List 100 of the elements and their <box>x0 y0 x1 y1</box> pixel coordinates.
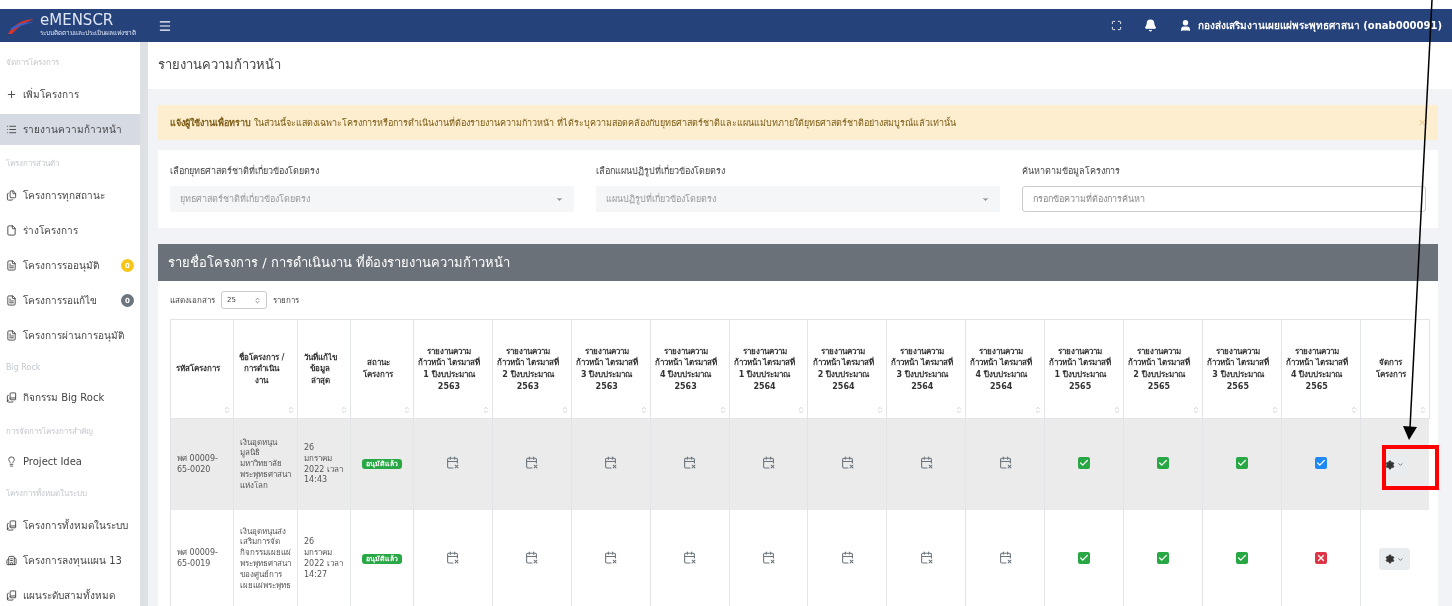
column-header[interactable]: รายงานความก้าวหน้า ไตรมาสที่ 3 ปีงบประมาณ 2564 <box>886 319 966 419</box>
check-icon <box>1235 457 1248 470</box>
calendar-cross-icon <box>446 456 460 470</box>
sidebar-item[interactable]: แผนระดับสามทั้งหมด <box>0 580 140 606</box>
column-header[interactable]: รายงานความก้าวหน้า ไตรมาสที่ 1 ปีงบประมาณ 2564 <box>729 319 808 419</box>
column-header[interactable]: สถานะโครงการ <box>350 319 414 419</box>
user-menu[interactable]: กองส่งเสริมงานเผยแผ่พระพุทธศาสนา (onab000091) <box>1178 18 1442 33</box>
column-header[interactable]: รหัสโครงการ <box>170 319 234 419</box>
calendar-cross-icon <box>840 456 854 470</box>
sidebar-icon <box>6 295 17 306</box>
menu-icon[interactable] <box>158 18 172 33</box>
column-header[interactable]: รายงานความก้าวหน้า ไตรมาสที่ 4 ปีงบประมาณ 2563 <box>650 319 730 419</box>
search-field[interactable]: กรอกข้อความที่ต้องการค้นหา <box>1022 186 1426 212</box>
sidebar-item[interactable]: โครงการทุกสถานะ <box>0 180 140 211</box>
check-icon <box>1314 457 1327 470</box>
highlight-frame <box>1382 445 1439 490</box>
sort-icon <box>718 406 727 414</box>
calendar-cross-icon <box>604 550 618 564</box>
sort-icon <box>481 406 490 414</box>
column-header[interactable]: รายงานความก้าวหน้า ไตรมาสที่ 1 ปีงบประมาณ 2563 <box>413 319 493 419</box>
sidebar-item[interactable]: โครงการทั้งหมดในระบบ <box>0 510 140 541</box>
check-icon <box>1235 551 1248 564</box>
check-icon <box>1156 457 1169 470</box>
sort-icon <box>560 406 569 414</box>
column-header[interactable]: รายงานความก้าวหน้า ไตรมาสที่ 3 ปีงบประมาณ 2563 <box>571 319 651 419</box>
calendar-cross-icon <box>683 550 697 564</box>
sidebar-icon <box>6 225 17 236</box>
calendar-cross-icon <box>604 456 618 470</box>
column-header[interactable]: รายงานความก้าวหน้า ไตรมาสที่ 4 ปีงบประมาณ 2564 <box>965 319 1045 419</box>
notice-text: แจ้งผู้ใช้งานเพื่อทราบ ในส่วนนี้จะแสดงเฉพาะโครงการหรือการดำเนินงานที่ต้องรายงานความก้าวหน้า ที่ได้ระบุความสอดคล้องกับยุทธศาสตร์ชาติและแผนแม่บทภายใต้ยุทธศาสตร์ชาติอย่างสมบูรณ์แล้วเท่านั้น <box>170 115 956 130</box>
caret-icon <box>1397 555 1405 563</box>
calendar-cross-icon <box>446 550 460 564</box>
gear-icon <box>1385 554 1396 564</box>
sidebar-icon <box>6 260 17 271</box>
cross-icon <box>1314 551 1327 564</box>
sidebar-item[interactable]: เพิ่มโครงการ <box>0 79 140 110</box>
column-header[interactable]: ชื่อโครงการ / การดำเนินงาน <box>233 319 298 419</box>
filter-label: เลือกแผนปฏิรูปที่เกี่ยวข้องโดยตรง <box>596 164 726 178</box>
check-icon <box>1078 457 1091 470</box>
column-header[interactable]: รายงานความก้าวหน้า ไตรมาสที่ 3 ปีงบประมาณ 2565 <box>1202 319 1282 419</box>
calendar-cross-icon <box>919 550 933 564</box>
table-cell: พศ 00009-65-0019 <box>170 510 234 606</box>
check-icon <box>1156 551 1169 564</box>
sidebar-label: กิจกรรม Big Rock <box>23 391 105 405</box>
column-header[interactable]: รายงานความก้าวหน้า ไตรมาสที่ 2 ปีงบประมาณ 2565 <box>1123 319 1203 419</box>
sort-icon <box>403 406 411 414</box>
filter-label: เลือกยุทธศาสตร์ชาติที่เกี่ยวข้องโดยตรง <box>170 164 320 178</box>
length-unit: รายการ <box>273 294 299 307</box>
sidebar-icon <box>6 392 17 403</box>
gear-icon <box>1385 459 1396 470</box>
sidebar-item[interactable]: โครงการผ่านการอนุมัติ <box>0 320 140 351</box>
table-cell: 26 มกราคม 2022 เวลา 14:27 <box>297 510 351 606</box>
check-icon <box>1078 551 1091 564</box>
sidebar-label: โครงการทุกสถานะ <box>23 189 105 203</box>
column-header[interactable]: รายงานความก้าวหน้า ไตรมาสที่ 4 ปีงบประมาณ 2565 <box>1281 319 1361 419</box>
sidebar-item[interactable]: โครงการลงทุนแผน 13 <box>0 545 140 576</box>
bell-icon[interactable] <box>1143 19 1157 32</box>
column-header[interactable]: วันที่แก้ไขข้อมูลล่าสุด <box>297 319 351 419</box>
table-cell: เงินอุดหนุนส่ง เสริมการจัด กิจกรรมเผยแผ่ พระพุทธศาสนา ของศูนย์การ เผยแผ่พระพุทธ <box>233 510 298 606</box>
calendar-cross-icon <box>683 456 697 470</box>
sidebar-label: เพิ่มโครงการ <box>23 87 79 102</box>
sidebar-label: ร่างโครงการ <box>23 224 78 238</box>
sidebar-label: โครงการผ่านการอนุมัติ <box>23 329 124 343</box>
sidebar-icon <box>6 590 17 601</box>
sidebar-label: แผนระดับสามทั้งหมด <box>23 588 115 603</box>
sidebar-icon <box>6 124 17 135</box>
sidebar-item[interactable]: รายงานความก้าวหน้า <box>0 114 140 145</box>
column-header[interactable]: รายงานความก้าวหน้า ไตรมาสที่ 1 ปีงบประมาณ 2565 <box>1044 319 1124 419</box>
sidebar-item[interactable]: กิจกรรม Big Rock <box>0 382 140 413</box>
length-label: แสดงเอกสาร <box>170 294 215 307</box>
sidebar-item[interactable]: Project Idea <box>0 448 140 475</box>
settings-button[interactable] <box>1379 548 1411 570</box>
sidebar-item[interactable]: ร่างโครงการ <box>0 215 140 246</box>
sort-icon <box>797 406 806 414</box>
sidebar-icon <box>6 89 17 100</box>
stepper-icon <box>254 296 261 304</box>
sidebar-icon <box>6 190 17 201</box>
column-header[interactable]: รายงานความก้าวหน้า ไตรมาสที่ 2 ปีงบประมาณ 2564 <box>807 319 887 419</box>
column-header[interactable]: รายงานความก้าวหน้า ไตรมาสที่ 2 ปีงบประมาณ 2563 <box>492 319 572 419</box>
fullscreen-icon[interactable] <box>1110 20 1122 31</box>
sort-icon <box>1418 406 1427 414</box>
sidebar-label: โครงการลงทุนแผน 13 <box>23 554 122 568</box>
sort-icon <box>1270 406 1279 414</box>
calendar-cross-icon <box>525 550 539 564</box>
sidebar-icon <box>6 520 17 531</box>
sidebar-icon <box>6 330 17 341</box>
column-header[interactable]: จัดการโครงการ <box>1360 319 1430 419</box>
sort-icon <box>1349 406 1358 414</box>
sort-icon <box>287 406 295 414</box>
caret-icon <box>1397 461 1405 468</box>
sidebar-heading: โครงการส่วนตัว <box>5 158 60 170</box>
filter-label: ค้นหาตามข้อมูลโครงการ <box>1022 165 1121 178</box>
sidebar-label: โครงการรอแก้ไข <box>23 294 97 308</box>
user-icon <box>1178 19 1192 32</box>
sidebar-label: รายงานความก้าวหน้า <box>23 123 122 137</box>
calendar-cross-icon <box>762 550 775 564</box>
sort-icon <box>876 406 885 414</box>
sort-icon <box>1191 406 1200 414</box>
sort-icon <box>955 406 964 414</box>
sort-icon <box>223 406 231 414</box>
